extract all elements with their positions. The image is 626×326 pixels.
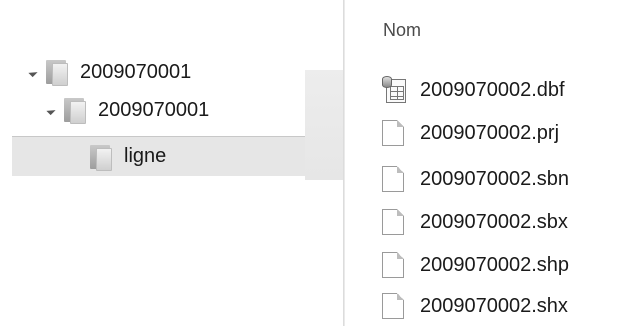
folder-icon: [64, 98, 86, 124]
file-item[interactable]: 2009070002.prj: [382, 117, 559, 149]
file-item[interactable]: 2009070002.shx: [382, 290, 568, 322]
tree-item-label: 2009070001: [80, 60, 192, 83]
document-icon: [382, 120, 404, 146]
file-name: 2009070002.dbf: [420, 78, 565, 101]
file-name: 2009070002.sbn: [420, 167, 570, 190]
navigation-tree: 2009070001 2009070001 ligne: [0, 0, 345, 326]
database-file-icon: [382, 76, 408, 104]
document-icon: [382, 166, 404, 192]
file-item[interactable]: 2009070002.sbx: [382, 206, 568, 238]
file-item[interactable]: 2009070002.sbn: [382, 163, 569, 195]
expand-arrow-icon[interactable]: [28, 67, 38, 77]
folder-icon: [90, 144, 112, 171]
tree-item-2009070001-root[interactable]: 2009070001: [28, 52, 192, 92]
tree-item-2009070001-child[interactable]: 2009070001: [46, 90, 210, 130]
expand-arrow-icon[interactable]: [46, 105, 56, 115]
pane-divider[interactable]: [343, 0, 345, 326]
file-item[interactable]: 2009070002.dbf: [382, 74, 565, 106]
tree-item-label: ligne: [124, 145, 167, 167]
tree-item-label: 2009070001: [98, 98, 210, 121]
file-item[interactable]: 2009070002.shp: [382, 249, 569, 281]
file-name: 2009070002.sbx: [420, 210, 568, 233]
column-header-name[interactable]: Nom: [383, 20, 421, 41]
document-icon: [382, 252, 404, 278]
tree-item-ligne[interactable]: ligne: [12, 136, 305, 176]
tree-scroll-region: [305, 70, 343, 180]
file-name: 2009070002.prj: [420, 121, 560, 144]
file-name: 2009070002.shp: [420, 253, 570, 276]
document-icon: [382, 209, 404, 235]
document-icon: [382, 293, 404, 319]
file-name: 2009070002.shx: [420, 294, 568, 317]
folder-icon: [46, 60, 68, 86]
